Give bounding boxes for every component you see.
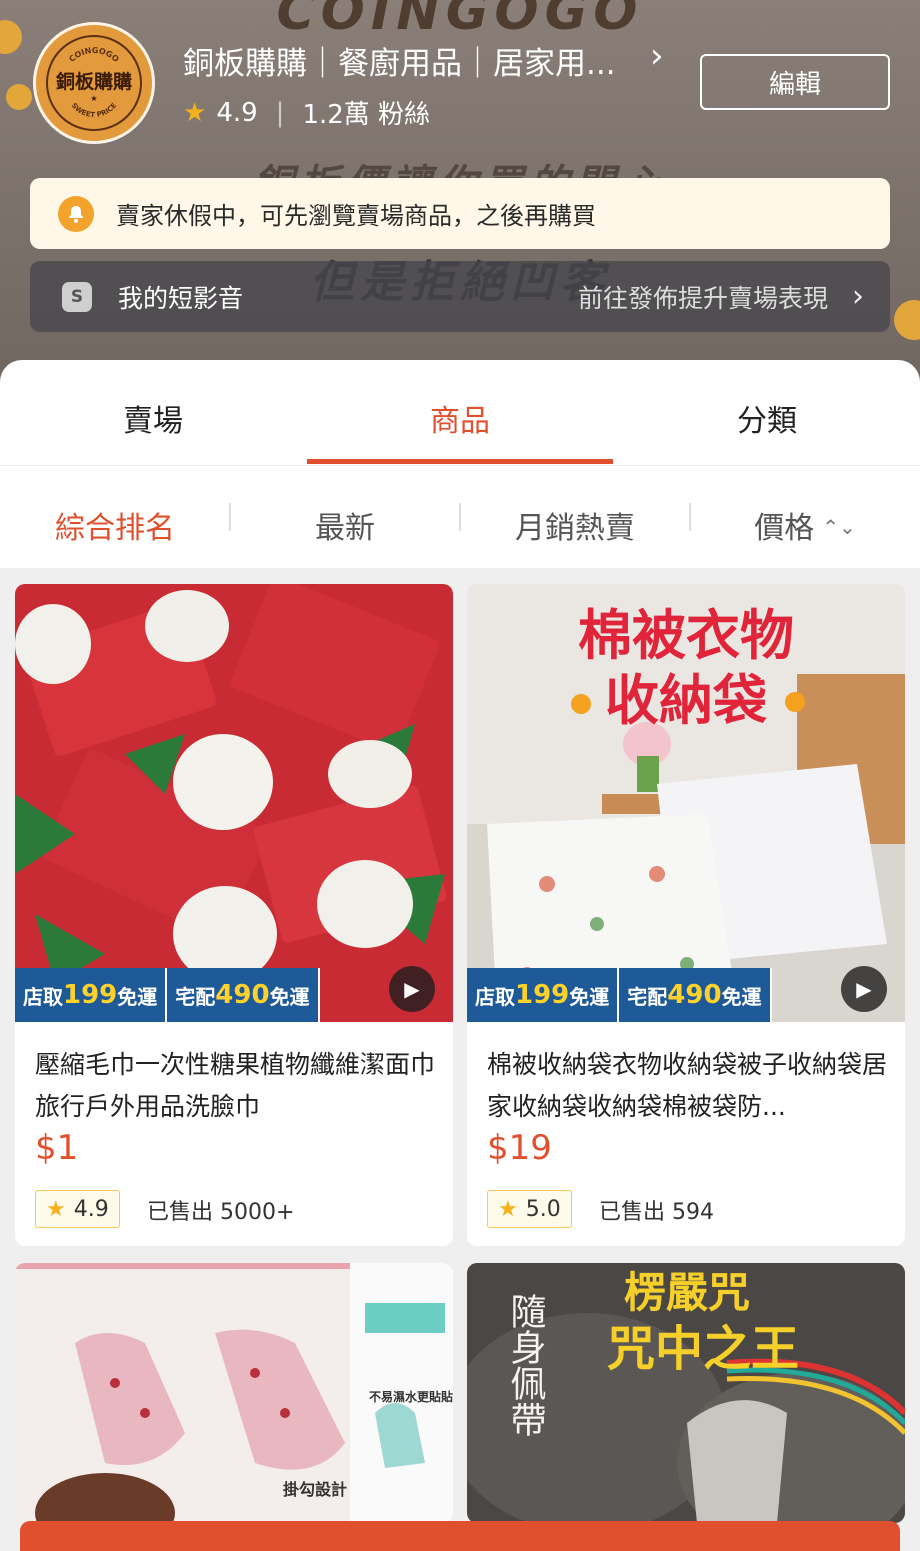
product-rating: ★ 4.9 [35, 1190, 120, 1228]
product-image-caption-3: 隨身佩帶 [505, 1293, 546, 1437]
product-rating-value: 5.0 [525, 1196, 561, 1222]
notice-text: 賣家休假中，可先瀏覽賣場商品，之後再購買 [116, 202, 596, 230]
shop-rating: 4.9 [216, 97, 258, 128]
shipping-promo-badge: 店取 199 免運 宅配 490 免運 [15, 968, 320, 1022]
banner-decor-dot [6, 84, 32, 110]
edit-button[interactable]: 編輯 [700, 54, 890, 110]
product-sold-count: 已售出 594 [599, 1200, 714, 1225]
star-icon: ★ [498, 1196, 518, 1222]
banner-brand-text: COINGOGO [276, 0, 644, 42]
short-video-label: 我的短影音 [118, 283, 244, 313]
shop-rating-row: ★ 4.9 | 1.2萬 粉絲 [183, 94, 430, 131]
svg-text:SWEET PRICE: SWEET PRICE [70, 101, 119, 119]
logo-main-text: 銅板購購 [56, 70, 132, 93]
product-image-caption-2: 咒中之王 [607, 1321, 799, 1377]
product-title: 棉被收納袋衣物收納袋被子收納袋居家收納袋收納袋棉被袋防... [487, 1050, 887, 1121]
divider: | [275, 97, 285, 128]
shop-logo-art: COINGOGO 銅板購購 ★ SWEET PRICE [56, 46, 132, 119]
product-image[interactable]: 棉被衣物 收納袋 店取 199 免運 宅配 490 免運 ▶ [467, 584, 905, 1022]
product-image-caption-1: 不易濕水更貼貼 [369, 1389, 453, 1404]
shop-tabs: 賣場 商品 分類 [0, 360, 920, 466]
shop-logo-inner: COINGOGO 銅板購購 ★ SWEET PRICE [46, 35, 142, 131]
tab-categories[interactable]: 分類 [614, 396, 920, 440]
product-card[interactable]: 楞嚴咒 咒中之王 隨身佩帶 [467, 1263, 905, 1523]
product-image-caption-2: 收納袋 [605, 669, 767, 732]
shorts-icon: S [62, 281, 92, 312]
delivery-promo: 宅配 490 免運 [619, 968, 772, 1022]
sort-price[interactable]: 價格 ⌃⌄ [690, 503, 920, 547]
product-card[interactable]: 店取 199 免運 宅配 490 免運 ▶ 壓縮毛巾一次性糖果植物纖維潔面巾旅行戶外用品… [15, 584, 453, 1246]
chevron-right-icon: › [852, 279, 864, 314]
logo-bottom-text: SWEET PRICE [70, 101, 119, 119]
product-title: 壓縮毛巾一次性糖果植物纖維潔面巾旅行戶外用品洗臉巾 [35, 1050, 435, 1121]
shop-name[interactable]: 銅板購購｜餐廚用品｜居家用... [183, 38, 633, 83]
product-image-caption-1: 楞嚴咒 [624, 1268, 750, 1317]
tab-shop[interactable]: 賣場 [0, 396, 306, 440]
pickup-promo: 店取 199 免運 [15, 968, 168, 1022]
pickup-promo: 店取 199 免運 [467, 968, 620, 1022]
sort-updown-icon: ⌃⌄ [822, 515, 856, 539]
chevron-right-icon[interactable]: › [650, 36, 664, 76]
sort-top-sales[interactable]: 月銷熱賣 [460, 503, 690, 547]
sort-price-label: 價格 [754, 511, 815, 546]
shipping-promo-badge: 店取 199 免運 宅配 490 免運 [467, 968, 772, 1022]
delivery-promo: 宅配 490 免運 [167, 968, 320, 1022]
product-rating-value: 4.9 [73, 1196, 109, 1222]
product-sold-count: 已售出 5000+ [147, 1200, 295, 1225]
product-price: $1 [35, 1128, 79, 1168]
vacation-notice: 賣家休假中，可先瀏覽賣場商品，之後再購買 [30, 178, 890, 249]
product-rating: ★ 5.0 [487, 1190, 572, 1228]
shop-logo[interactable]: COINGOGO 銅板購購 ★ SWEET PRICE [33, 22, 155, 144]
product-image-caption-2: 掛勾設計 [283, 1480, 347, 1499]
active-tab-indicator [307, 459, 613, 464]
star-icon: ★ [46, 1196, 66, 1222]
shop-followers: 1.2萬 粉絲 [302, 100, 431, 130]
product-image[interactable]: 不易濕水更貼貼 掛勾設計 [15, 1263, 453, 1523]
bottom-action-bar[interactable] [20, 1521, 900, 1551]
logo-top-text: COINGOGO [67, 46, 120, 64]
svg-text:★: ★ [90, 94, 97, 103]
product-card[interactable]: 棉被衣物 收納袋 店取 199 免運 宅配 490 免運 ▶ 棉被收納袋衣物收納袋被子收… [467, 584, 905, 1246]
banner-decor-dot [894, 300, 920, 340]
play-icon[interactable]: ▶ [389, 966, 435, 1012]
star-icon: ★ [183, 97, 207, 128]
play-icon[interactable]: ▶ [841, 966, 887, 1012]
svg-text:COINGOGO: COINGOGO [67, 46, 120, 64]
short-video-cta: 前往發佈提升賣場表現 [577, 283, 828, 313]
tab-products[interactable]: 商品 [307, 396, 613, 440]
product-image-caption-1: 棉被衣物 [578, 604, 794, 667]
product-price: $19 [487, 1128, 552, 1168]
bell-icon [58, 195, 94, 232]
short-video-bar[interactable]: S 我的短影音 前往發佈提升賣場表現 › [30, 261, 890, 332]
product-card[interactable]: 不易濕水更貼貼 掛勾設計 [15, 1263, 453, 1523]
sort-relevance[interactable]: 綜合排名 [0, 503, 230, 547]
product-image[interactable]: 楞嚴咒 咒中之王 隨身佩帶 [467, 1263, 905, 1523]
sort-latest[interactable]: 最新 [230, 503, 460, 547]
shop-banner: COINGOGO 銅板價讓你買的開心 但是拒絕凹客 COINGOGO 銅板購購 … [0, 0, 920, 400]
product-image[interactable]: 店取 199 免運 宅配 490 免運 ▶ [15, 584, 453, 1022]
